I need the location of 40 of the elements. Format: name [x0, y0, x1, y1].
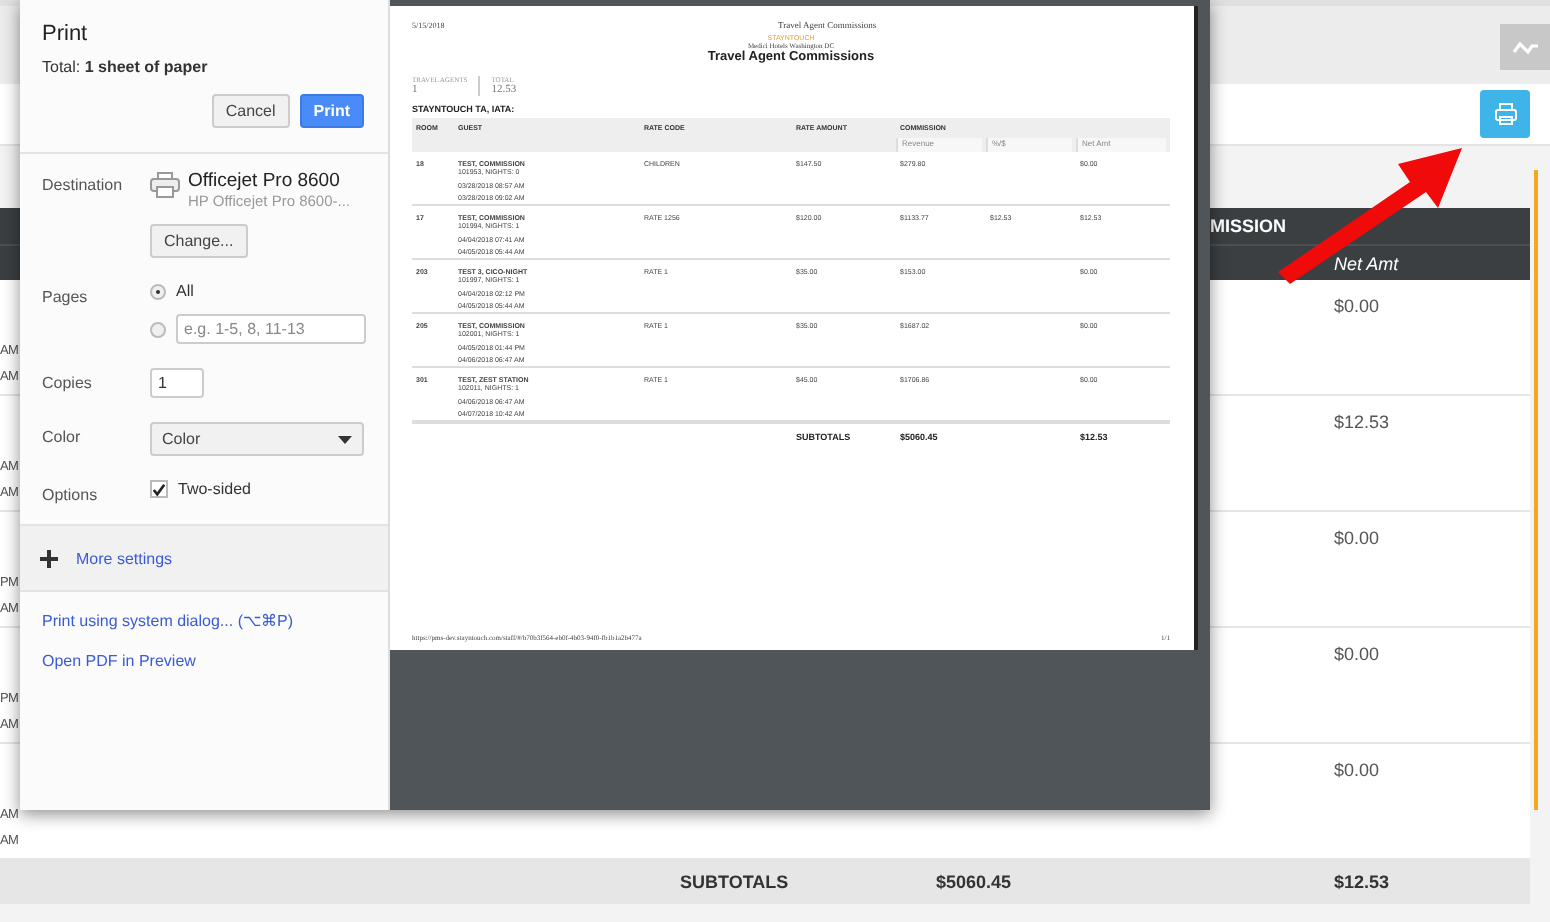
setting-label: Color — [42, 426, 83, 450]
print-button[interactable] — [1480, 90, 1530, 138]
table-cell-text: $0.00 — [1334, 758, 1382, 784]
table-cell-text: $0.00 — [1334, 642, 1382, 668]
printer-icon — [1493, 102, 1517, 126]
setting-label: Copies — [42, 372, 94, 396]
setting-label: Options — [42, 484, 100, 504]
chart-button[interactable] — [1500, 24, 1550, 70]
link[interactable]: Print using system dialog... (⌥⌘P) — [42, 612, 366, 630]
table-cell-text: $0.00 — [1334, 294, 1382, 320]
subtotal-label: SUBTOTALS — [680, 871, 791, 891]
pages-field[interactable]: e.g. 1-5, 8, 11-13 — [176, 314, 366, 344]
table-cell-text: $12.53 — [1334, 410, 1392, 436]
checkmark-icon — [152, 481, 166, 497]
table-cell-text: $0.00 — [1334, 526, 1382, 552]
plus-icon — [40, 549, 58, 567]
column-header: MISSION — [1210, 216, 1287, 236]
setting-label: Pages — [42, 286, 90, 310]
color-dropdown[interactable]: Color — [150, 422, 364, 456]
dropdown-caret-icon — [338, 435, 352, 443]
printer-icon — [150, 172, 180, 198]
more-settings-toggle[interactable]: More settings — [40, 549, 173, 567]
total-text: Total: 1 sheet of paper — [42, 58, 210, 76]
table-cell-text: $5060.45 — [936, 871, 1014, 891]
link[interactable]: Open PDF in Preview — [42, 652, 366, 670]
cancel-button[interactable]: Cancel — [211, 94, 290, 128]
scrollbar[interactable] — [1534, 170, 1538, 810]
printer-name: Officejet Pro 8600 — [188, 170, 342, 192]
copies-field[interactable]: 1 — [150, 368, 204, 398]
checkbox-label: Two-sided — [178, 480, 251, 498]
table-cell-text: $12.53 — [1334, 871, 1392, 891]
dialog-title: Print — [42, 22, 90, 46]
checkbox[interactable] — [150, 480, 168, 498]
line-chart-icon — [1511, 39, 1539, 55]
radio-button[interactable] — [150, 321, 166, 337]
column-header: Net Amt — [1334, 254, 1399, 274]
setting-label: Destination — [42, 174, 125, 198]
radio-label: All — [176, 282, 194, 300]
radio-button[interactable] — [150, 283, 166, 299]
change-button[interactable]: Change... — [150, 224, 248, 258]
